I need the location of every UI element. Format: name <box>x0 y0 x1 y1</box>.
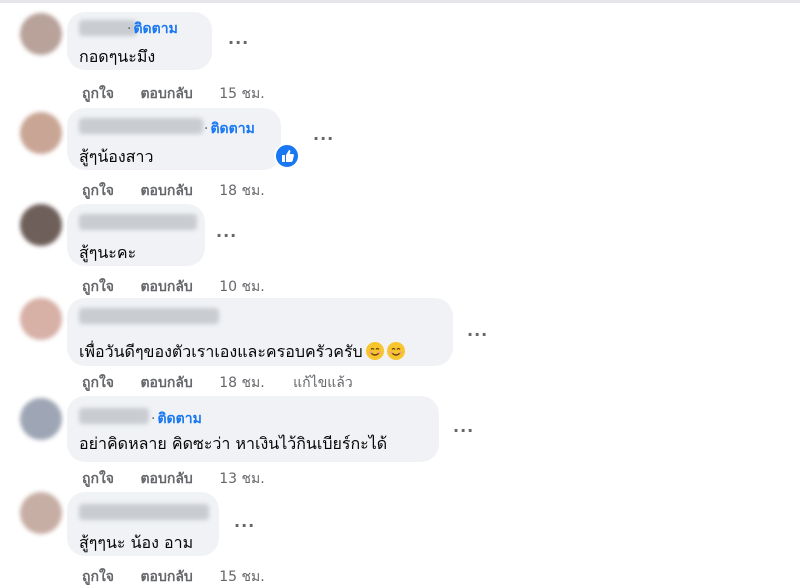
more-options-button[interactable]: ··· <box>234 516 255 535</box>
more-options-button[interactable]: ··· <box>467 325 488 344</box>
like-button[interactable]: ถูกใจ <box>82 279 114 295</box>
more-options-button[interactable]: ··· <box>216 226 237 245</box>
follow-label[interactable]: ติดตาม <box>210 121 254 137</box>
avatar[interactable] <box>20 13 62 55</box>
follow-label[interactable]: ติดตาม <box>133 21 177 37</box>
avatar[interactable] <box>20 298 62 340</box>
more-options-button[interactable]: ··· <box>453 421 474 440</box>
reply-button[interactable]: ตอบกลับ <box>140 569 192 585</box>
reply-button[interactable]: ตอบกลับ <box>140 279 192 295</box>
like-button[interactable]: ถูกใจ <box>82 86 114 102</box>
follow-link[interactable]: · ติดตาม <box>204 118 255 140</box>
more-options-button[interactable]: ··· <box>228 33 249 52</box>
comment-text: สู้ๆนะคะ <box>79 243 137 262</box>
like-button[interactable]: ถูกใจ <box>82 375 114 391</box>
comment-text: อย่าคิดหลาย คิดซะว่า หาเงินไว้กินเบียร์ก… <box>79 434 388 453</box>
commenter-name[interactable] <box>79 408 149 424</box>
comment-bubble: · ติดตาม สู้ๆน้องสาว <box>67 108 281 170</box>
comment-actions: ถูกใจ ตอบกลับ 18 ชม. <box>82 180 289 202</box>
comment-bubble: สู้ๆๆนะ น้อง อาม <box>67 492 219 556</box>
commenter-name[interactable] <box>79 308 219 324</box>
comment-bubble: สู้ๆนะคะ <box>67 204 205 266</box>
avatar[interactable] <box>20 204 62 246</box>
follow-link[interactable]: · ติดตาม <box>151 408 202 430</box>
follow-label[interactable]: ติดตาม <box>157 411 201 427</box>
comment-actions: ถูกใจ ตอบกลับ 15 ชม. <box>82 566 289 588</box>
commenter-name[interactable] <box>79 118 203 134</box>
timestamp[interactable]: 15 ชม. <box>219 569 264 585</box>
like-reaction-badge[interactable] <box>274 143 300 169</box>
avatar[interactable] <box>20 398 62 440</box>
comment-actions: ถูกใจ ตอบกลับ 18 ชม. แก้ไขแล้ว <box>82 372 353 394</box>
comment-text: เพื่อวันดีๆของตัวเราเองและครอบครัวครับ <box>79 340 405 365</box>
reply-button[interactable]: ตอบกลับ <box>140 375 192 391</box>
edited-label[interactable]: แก้ไขแล้ว <box>293 375 353 391</box>
reply-button[interactable]: ตอบกลับ <box>140 86 192 102</box>
smiling-face-icon <box>365 342 384 360</box>
top-divider <box>0 0 800 3</box>
avatar[interactable] <box>20 492 62 534</box>
comment-actions: ถูกใจ ตอบกลับ 15 ชม. <box>82 83 289 105</box>
commenter-name[interactable] <box>79 504 209 520</box>
reply-button[interactable]: ตอบกลับ <box>140 471 192 487</box>
comment-text: กอดๆนะมึง <box>79 47 156 66</box>
comment-text: สู้ๆน้องสาว <box>79 147 154 166</box>
like-button[interactable]: ถูกใจ <box>82 471 114 487</box>
comment-bubble: เพื่อวันดีๆของตัวเราเองและครอบครัวครับ <box>67 298 453 366</box>
smiling-face-icon <box>386 342 405 360</box>
comment-bubble: · ติดตาม กอดๆนะมึง <box>67 12 212 70</box>
comment-bubble: · ติดตาม อย่าคิดหลาย คิดซะว่า หาเงินไว้กิ… <box>67 396 439 462</box>
like-icon <box>282 150 294 162</box>
timestamp[interactable]: 18 ชม. <box>219 375 264 391</box>
like-button[interactable]: ถูกใจ <box>82 569 114 585</box>
follow-link[interactable]: · ติดตาม <box>127 18 178 40</box>
more-options-button[interactable]: ··· <box>313 129 334 148</box>
timestamp[interactable]: 15 ชม. <box>219 86 264 102</box>
timestamp[interactable]: 18 ชม. <box>219 183 264 199</box>
comment-actions: ถูกใจ ตอบกลับ 13 ชม. <box>82 468 289 490</box>
comment-actions: ถูกใจ ตอบกลับ 10 ชม. <box>82 276 289 298</box>
timestamp[interactable]: 13 ชม. <box>219 471 264 487</box>
commenter-name[interactable] <box>79 214 197 230</box>
reply-button[interactable]: ตอบกลับ <box>140 183 192 199</box>
like-button[interactable]: ถูกใจ <box>82 183 114 199</box>
timestamp[interactable]: 10 ชม. <box>219 279 264 295</box>
comment-text: สู้ๆๆนะ น้อง อาม <box>79 533 194 552</box>
avatar[interactable] <box>20 112 62 154</box>
